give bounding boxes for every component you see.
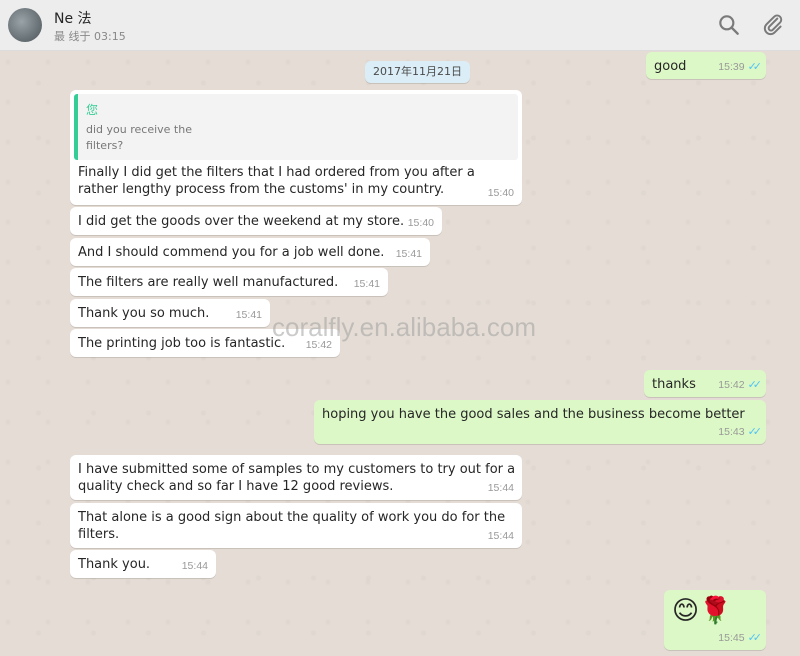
message-meta: 15:39 ✓✓ xyxy=(718,59,763,76)
paperclip-icon[interactable] xyxy=(760,12,786,38)
quote-author: 您 xyxy=(86,103,99,117)
chat-header: Ne 法 最 线于 03:15 xyxy=(0,0,800,51)
double-check-icon: ✓✓ xyxy=(747,61,763,73)
message-bubble-incoming[interactable]: I did get the goods over the weekend at … xyxy=(70,207,442,235)
double-check-icon: ✓✓ xyxy=(747,632,763,644)
message-text: The filters are really well manufactured… xyxy=(78,275,339,290)
message-text: I have submitted some of samples to my c… xyxy=(78,462,516,494)
message-bubble-incoming[interactable]: The filters are really well manufactured… xyxy=(70,268,388,296)
message-bubble-outgoing[interactable]: good 15:39 ✓✓ xyxy=(646,52,766,79)
quote-text: did you receive the filters? xyxy=(86,123,192,152)
message-bubble-outgoing[interactable]: 😊🌹 15:45 ✓✓ xyxy=(664,590,766,650)
emoji-message: 😊🌹 xyxy=(672,596,732,626)
message-bubble-outgoing[interactable]: hoping you have the good sales and the b… xyxy=(314,400,766,444)
message-bubble-incoming[interactable]: And I should commend you for a job well … xyxy=(70,238,430,266)
message-bubble-incoming[interactable]: Thank you. 15:44 xyxy=(70,550,216,578)
message-time: 15:44 xyxy=(487,530,514,542)
contact-avatar[interactable] xyxy=(8,8,42,42)
message-text: The printing job too is fantastic. xyxy=(78,336,286,351)
message-bubble-incoming[interactable]: Thank you so much. 15:41 xyxy=(70,299,270,327)
message-time: 15:41 xyxy=(235,309,262,321)
message-text: good xyxy=(654,59,687,74)
message-bubble-outgoing[interactable]: thanks 15:42 ✓✓ xyxy=(644,370,766,397)
message-meta: 15:45 ✓✓ xyxy=(718,630,763,647)
message-time: 15:45 xyxy=(718,632,745,644)
search-icon[interactable] xyxy=(716,12,742,38)
message-time: 15:42 xyxy=(718,379,745,391)
double-check-icon: ✓✓ xyxy=(747,426,763,438)
watermark: coralfly.en.alibaba.com xyxy=(272,312,536,342)
quoted-message[interactable]: 您 did you receive the filters? xyxy=(74,94,518,160)
double-check-icon: ✓✓ xyxy=(747,379,763,391)
message-text: I did get the goods over the weekend at … xyxy=(78,214,405,229)
message-time: 15:39 xyxy=(718,61,745,73)
message-time: 15:41 xyxy=(395,248,422,260)
message-text: Thank you. xyxy=(78,557,151,572)
last-seen-status: 最 线于 03:15 xyxy=(54,30,126,43)
message-time: 15:43 xyxy=(718,426,745,438)
message-time: 15:40 xyxy=(407,217,434,229)
message-time: 15:44 xyxy=(487,482,514,494)
message-text: Thank you so much. xyxy=(78,306,210,321)
message-time: 15:41 xyxy=(353,278,380,290)
message-text: hoping you have the good sales and the b… xyxy=(322,407,745,422)
contact-name[interactable]: Ne 法 xyxy=(54,8,92,28)
message-bubble-incoming[interactable]: 您 did you receive the filters? Finally I… xyxy=(70,90,522,205)
message-time: 15:40 xyxy=(487,187,514,199)
message-text: That alone is a good sign about the qual… xyxy=(78,510,506,542)
message-time: 15:44 xyxy=(181,560,208,572)
message-meta: 15:42 ✓✓ xyxy=(718,377,763,394)
message-text: Finally I did get the filters that I had… xyxy=(78,165,475,197)
message-bubble-incoming[interactable]: That alone is a good sign about the qual… xyxy=(70,503,522,548)
date-separator: 2017年11月21日 xyxy=(365,61,470,83)
message-meta: 15:43 ✓✓ xyxy=(718,424,763,441)
message-bubble-incoming[interactable]: I have submitted some of samples to my c… xyxy=(70,455,522,500)
message-text: thanks xyxy=(652,377,696,392)
message-text: And I should commend you for a job well … xyxy=(78,245,385,260)
